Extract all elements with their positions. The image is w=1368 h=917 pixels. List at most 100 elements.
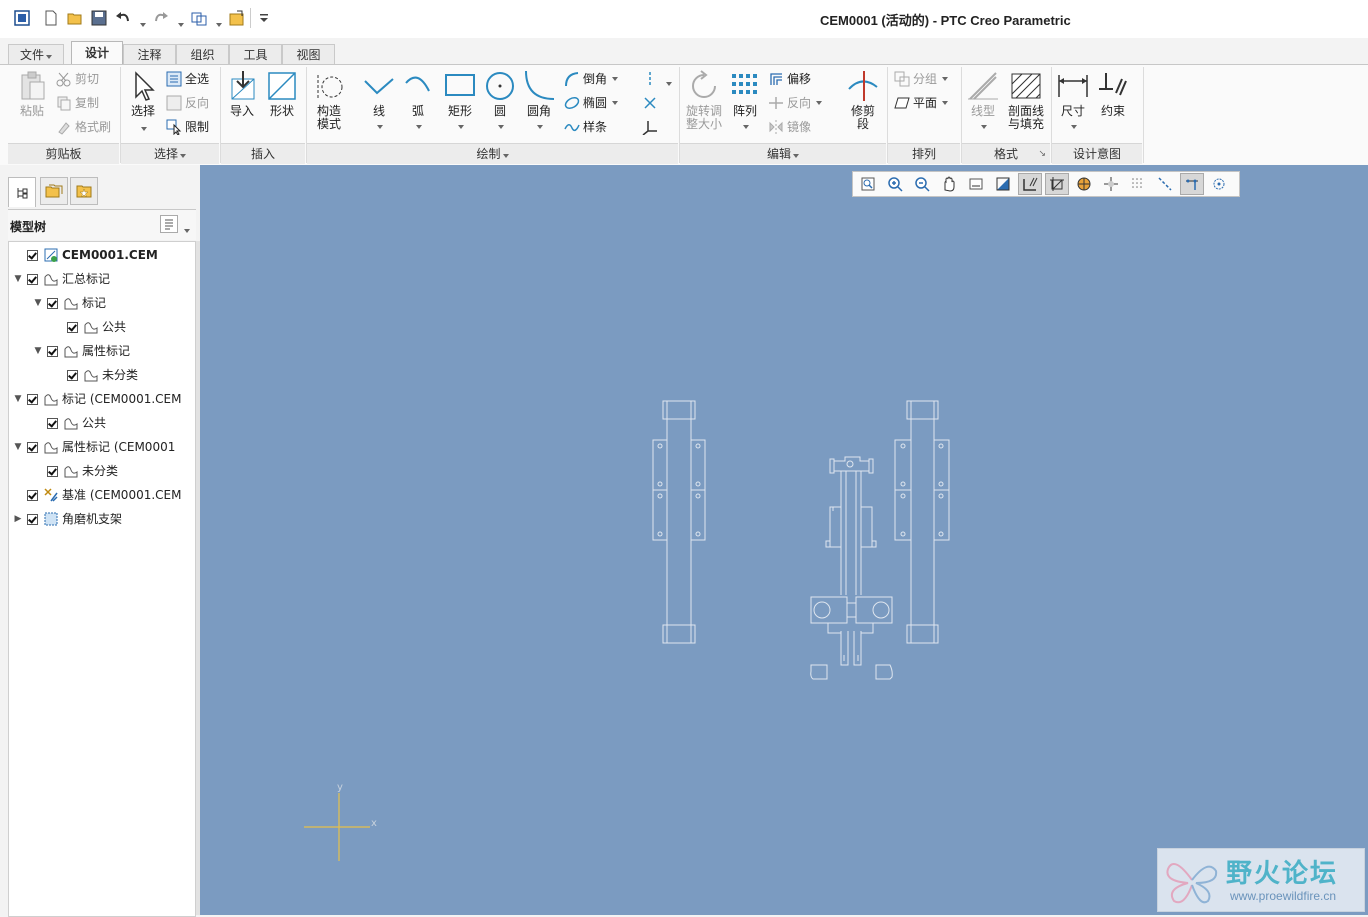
tree-item[interactable]: 公共 — [53, 316, 126, 338]
expand-toggle[interactable]: ▼ — [33, 292, 43, 314]
hatch-fill-button[interactable]: 剖面线 与填充 — [1004, 69, 1048, 131]
tree-item[interactable]: ▼ 属性标记 — [33, 340, 130, 362]
cut-button[interactable]: 剪切 — [56, 69, 99, 89]
tab-folder-browser[interactable] — [40, 177, 68, 205]
redo-icon[interactable] — [152, 9, 170, 27]
app-menu-icon[interactable] — [13, 9, 31, 27]
visibility-checkbox[interactable] — [67, 369, 78, 381]
undo-icon[interactable] — [114, 9, 132, 27]
visibility-checkbox[interactable] — [47, 297, 58, 309]
tab-tools[interactable]: 工具 — [229, 44, 282, 64]
visibility-checkbox[interactable] — [67, 321, 78, 333]
chevron-down-icon — [126, 120, 160, 134]
visibility-checkbox[interactable] — [27, 513, 38, 525]
graphics-window[interactable]: y x 野火论坛 www.proewildfire.cn — [200, 165, 1368, 915]
group-icon — [894, 71, 910, 87]
chevron-down-icon[interactable] — [664, 75, 672, 89]
group-button[interactable]: 分组 — [894, 69, 949, 89]
dimension-button[interactable]: 尺寸 — [1054, 69, 1092, 132]
expand-toggle[interactable]: ▼ — [13, 268, 23, 290]
tree-item[interactable]: ▼ 标记 — [33, 292, 106, 314]
point-icon[interactable] — [642, 95, 658, 114]
rectangle-button[interactable]: 矩形 — [440, 69, 480, 132]
visibility-checkbox[interactable] — [27, 441, 38, 453]
regenerate-dropdown-icon[interactable] — [214, 16, 222, 30]
tree-item[interactable]: 未分类 — [53, 364, 138, 386]
tab-view[interactable]: 视图 — [282, 44, 335, 64]
constraint-button[interactable]: 约束 — [1094, 69, 1132, 118]
tree-settings-dropdown-icon[interactable] — [182, 222, 190, 236]
construction-mode-label: 构造 模式 — [316, 104, 341, 131]
tab-favorites[interactable] — [70, 177, 98, 205]
tree-item[interactable]: ▼ 属性标记 (CEM0001 — [13, 436, 176, 458]
launcher-icon[interactable]: ↘ — [1038, 144, 1046, 164]
fillet-button[interactable]: 圆角 — [520, 69, 558, 132]
tab-model-tree[interactable] — [8, 177, 36, 207]
import-icon — [226, 69, 260, 103]
visibility-checkbox[interactable] — [27, 393, 38, 405]
tree-item[interactable]: 公共 — [33, 412, 106, 434]
visibility-checkbox[interactable] — [27, 273, 38, 285]
centerline-icon[interactable] — [642, 71, 658, 90]
expand-toggle[interactable]: ▶ — [13, 508, 23, 530]
expand-toggle[interactable]: ▼ — [13, 388, 23, 410]
tab-annotate[interactable]: 注释 — [123, 44, 176, 64]
shape-button[interactable]: 形状 — [264, 69, 300, 118]
tree-item-root[interactable]: CEM0001.CEM — [13, 244, 158, 266]
undo-dropdown-icon[interactable] — [138, 16, 146, 30]
visibility-checkbox[interactable] — [47, 465, 58, 477]
dimension-label: 尺寸 — [1060, 104, 1085, 118]
offset-button[interactable]: 偏移 — [768, 69, 811, 89]
offset-label: 偏移 — [787, 72, 812, 86]
open-file-icon[interactable] — [66, 9, 84, 27]
expand-toggle[interactable]: ▼ — [13, 436, 23, 458]
circle-button[interactable]: 圆 — [482, 69, 518, 132]
tree-item-label: 属性标记 — [82, 344, 131, 358]
new-file-icon[interactable] — [42, 9, 60, 27]
tree-item[interactable]: ▶ 角磨机支架 — [13, 508, 122, 530]
format-painter-button[interactable]: 格式刷 — [56, 117, 111, 137]
window-icon[interactable] — [228, 9, 246, 27]
trim-segment-button[interactable]: 修剪 段 — [844, 69, 882, 131]
expand-toggle[interactable]: ▼ — [33, 340, 43, 362]
tab-file[interactable]: 文件 — [8, 44, 64, 64]
tab-design[interactable]: 设计 — [71, 41, 123, 64]
mirror-button[interactable]: 镜像 — [768, 117, 811, 137]
restrict-button[interactable]: 限制 — [166, 117, 209, 137]
tree-item[interactable]: ▼ 汇总标记 — [13, 268, 110, 290]
chamfer-icon — [565, 72, 579, 87]
invert-selection-button[interactable]: 反向 — [166, 93, 209, 113]
construction-mode-button[interactable]: 构造 模式 — [312, 69, 346, 131]
customize-icon[interactable] — [255, 9, 273, 27]
visibility-checkbox[interactable] — [27, 489, 38, 501]
select-footer-label: 选择 — [153, 147, 178, 161]
tab-organize[interactable]: 组织 — [176, 44, 229, 64]
chamfer-button[interactable]: 倒角 — [564, 69, 619, 89]
redo-dropdown-icon[interactable] — [176, 16, 184, 30]
arc-button[interactable]: 弧 — [400, 69, 436, 132]
tree-item[interactable]: 基准 (CEM0001.CEM — [13, 484, 181, 506]
visibility-checkbox[interactable] — [27, 249, 38, 261]
left-rail — [652, 400, 706, 644]
pattern-button[interactable]: 阵列 — [728, 69, 762, 132]
line-button[interactable]: 线 — [360, 69, 398, 132]
visibility-checkbox[interactable] — [47, 345, 58, 357]
linestyle-button[interactable]: 线型 — [964, 69, 1002, 132]
reverse-button[interactable]: 反向 — [768, 93, 823, 113]
tree-item[interactable]: 未分类 — [33, 460, 118, 482]
tree-item[interactable]: ▼ 标记 (CEM0001.CEM — [13, 388, 182, 410]
paste-button[interactable]: 粘贴 — [12, 69, 52, 118]
regenerate-icon[interactable] — [190, 9, 208, 27]
select-button[interactable]: 选择 — [126, 69, 160, 134]
save-icon[interactable] — [90, 9, 108, 27]
visibility-checkbox[interactable] — [47, 417, 58, 429]
plane-button[interactable]: 平面 — [894, 93, 949, 113]
rotate-resize-button[interactable]: 旋转调 整大小 — [682, 69, 726, 131]
ellipse-button[interactable]: 椭圆 — [564, 93, 619, 113]
import-button[interactable]: 导入 — [226, 69, 258, 118]
copy-button[interactable]: 复制 — [56, 93, 99, 113]
spline-button[interactable]: 样条 — [564, 117, 607, 137]
select-all-button[interactable]: 全选 — [166, 69, 209, 89]
coordinate-system-icon[interactable] — [642, 119, 658, 138]
tree-settings-icon[interactable] — [160, 215, 178, 233]
